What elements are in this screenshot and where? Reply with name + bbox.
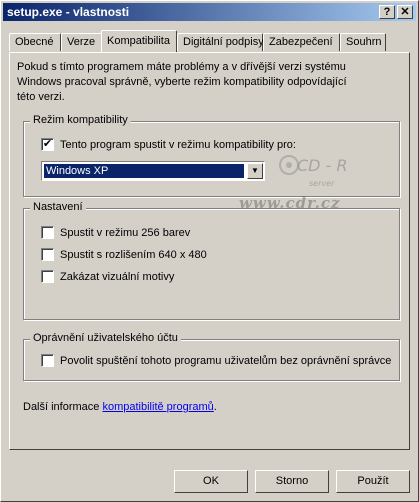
tab-security[interactable]: Zabezpečení <box>263 33 340 51</box>
more-info-suffix: . <box>213 401 217 413</box>
properties-dialog: setup.exe - vlastnosti ? ✕ Obecné Verze … <box>0 0 419 502</box>
compat-mode-checkbox[interactable]: ✔ <box>41 138 54 151</box>
option-640x480-row[interactable]: Spustit s rozlišením 640 x 480 <box>41 248 207 261</box>
option-640x480-checkbox[interactable] <box>41 248 54 261</box>
tab-general[interactable]: Obecné <box>9 33 61 51</box>
compatibility-link[interactable]: kompatibilitě programů <box>102 401 213 413</box>
settings-legend: Nastavení <box>30 201 86 213</box>
option-256-colors-label: Spustit v režimu 256 barev <box>60 226 191 239</box>
settings-group: Nastavení <box>23 201 400 320</box>
ok-button[interactable]: OK <box>174 470 248 493</box>
watermark-sub-text: server <box>309 179 335 188</box>
uac-label: Povolit spuštění tohoto programu uživate… <box>60 354 392 367</box>
tab-digital-signatures[interactable]: Digitální podpisy <box>177 33 264 51</box>
chevron-down-icon[interactable]: ▼ <box>247 163 263 179</box>
uac-legend: Oprávnění uživatelského účtu <box>30 332 181 344</box>
cdr-logo-icon: CD - R server <box>279 155 348 188</box>
compat-mode-legend: Režim kompatibility <box>30 114 131 126</box>
intro-text: Pokud s tímto programem máte problémy a … <box>17 61 347 103</box>
cancel-button[interactable]: Storno <box>255 470 329 493</box>
option-disable-themes-row[interactable]: Zakázat vizuální motivy <box>41 270 174 283</box>
compat-mode-checkbox-row[interactable]: ✔ Tento program spustit v režimu kompati… <box>41 138 296 151</box>
option-disable-themes-checkbox[interactable] <box>41 270 54 283</box>
uac-checkbox-row[interactable]: Povolit spuštění tohoto programu uživate… <box>41 354 391 367</box>
option-disable-themes-label: Zakázat vizuální motivy <box>60 270 175 283</box>
close-button[interactable]: ✕ <box>397 5 413 19</box>
watermark-logo-text: CD - R <box>297 156 348 175</box>
title-bar[interactable]: setup.exe - vlastnosti ? ✕ <box>3 3 416 21</box>
tab-compatibility[interactable]: Kompatibilita <box>101 30 177 52</box>
apply-button[interactable]: Použít <box>336 470 410 493</box>
os-version-value: Windows XP <box>43 163 245 179</box>
uac-checkbox[interactable] <box>41 354 54 367</box>
more-info-line: Další informace kompatibilitě programů. <box>23 401 217 413</box>
os-version-select[interactable]: Windows XP ▼ <box>41 161 265 181</box>
compat-mode-label: Tento program spustit v režimu kompatibi… <box>60 138 296 151</box>
option-256-colors-checkbox[interactable] <box>41 226 54 239</box>
tab-version[interactable]: Verze <box>61 33 103 51</box>
option-256-colors-row[interactable]: Spustit v režimu 256 barev <box>41 226 190 239</box>
help-button[interactable]: ? <box>379 5 395 19</box>
window-title: setup.exe - vlastnosti <box>7 5 130 19</box>
option-640x480-label: Spustit s rozlišením 640 x 480 <box>60 248 207 261</box>
tab-summary[interactable]: Souhrn <box>340 33 386 51</box>
more-info-prefix: Další informace <box>23 401 103 413</box>
